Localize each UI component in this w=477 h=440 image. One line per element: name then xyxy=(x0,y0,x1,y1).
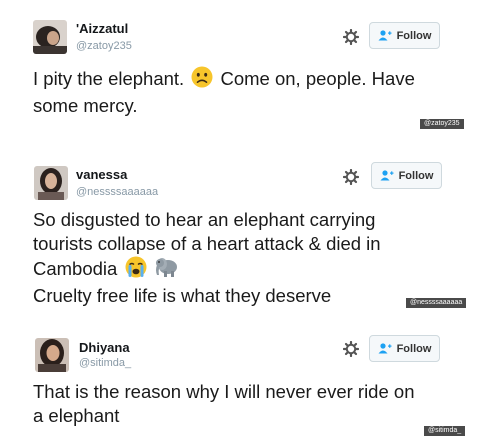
user-handle[interactable]: @nessssaaaaaa xyxy=(76,186,158,198)
tweet-card: Dhiyana @sitimda_ Follow That is the rea… xyxy=(0,320,477,440)
display-name[interactable]: Dhiyana xyxy=(79,340,130,355)
user-handle[interactable]: @sitimda_ xyxy=(79,357,131,369)
tweet-line: Cruelty free life is what they deserve xyxy=(33,285,332,306)
add-user-icon xyxy=(378,343,392,354)
avatar[interactable] xyxy=(33,20,67,54)
tweet-text-segment: Come on, people. Have xyxy=(220,67,415,89)
tweet-line: some mercy. xyxy=(33,95,138,116)
avatar[interactable] xyxy=(34,166,68,200)
tweet-line: a elephant xyxy=(33,405,120,426)
display-name[interactable]: 'Aizzatul xyxy=(76,21,128,36)
follow-label: Follow xyxy=(396,342,432,355)
follow-button[interactable]: Follow xyxy=(371,162,442,189)
follow-label: Follow xyxy=(396,29,432,42)
follow-button[interactable]: Follow xyxy=(369,335,440,362)
tweet-text-segment: I pity the elephant. xyxy=(33,67,185,89)
tweet-line: Cambodia xyxy=(33,256,381,284)
add-user-icon xyxy=(378,30,392,41)
display-name[interactable]: vanessa xyxy=(76,167,127,182)
follow-button[interactable]: Follow xyxy=(369,22,440,49)
tweet-line: So disgusted to hear an elephant carryin… xyxy=(33,209,376,230)
gear-icon[interactable] xyxy=(342,340,360,358)
tweet-text: That is the reason why I will never ever… xyxy=(33,380,414,428)
tweet-card: 'Aizzatul @zatoy235 Follow I pity the el… xyxy=(0,0,477,140)
elephant-icon xyxy=(154,256,178,284)
avatar[interactable] xyxy=(35,338,69,372)
watermark: @sitimda_ xyxy=(424,426,466,436)
follow-label: Follow xyxy=(398,169,434,182)
tweet-text-segment: Cambodia xyxy=(33,257,118,279)
tweet-line: tourists collapse of a heart attack & di… xyxy=(33,233,381,254)
crying-face-icon xyxy=(125,256,147,284)
tweet-card: vanessa @nessssaaaaaa Follow So disguste… xyxy=(0,146,477,312)
gear-icon[interactable] xyxy=(342,28,360,46)
gear-icon[interactable] xyxy=(342,168,360,186)
tweet-text: So disgusted to hear an elephant carryin… xyxy=(33,208,381,308)
disappointed-face-icon xyxy=(191,66,213,94)
tweet-text: I pity the elephant. Come on, people. Ha… xyxy=(33,66,415,118)
add-user-icon xyxy=(380,170,394,181)
user-handle[interactable]: @zatoy235 xyxy=(76,40,132,52)
watermark: @nessssaaaaaa xyxy=(406,298,467,308)
watermark: @zatoy235 xyxy=(420,119,464,129)
tweet-line: That is the reason why I will never ever… xyxy=(33,381,415,402)
tweet-line: I pity the elephant. Come on, people. Ha… xyxy=(33,66,415,94)
